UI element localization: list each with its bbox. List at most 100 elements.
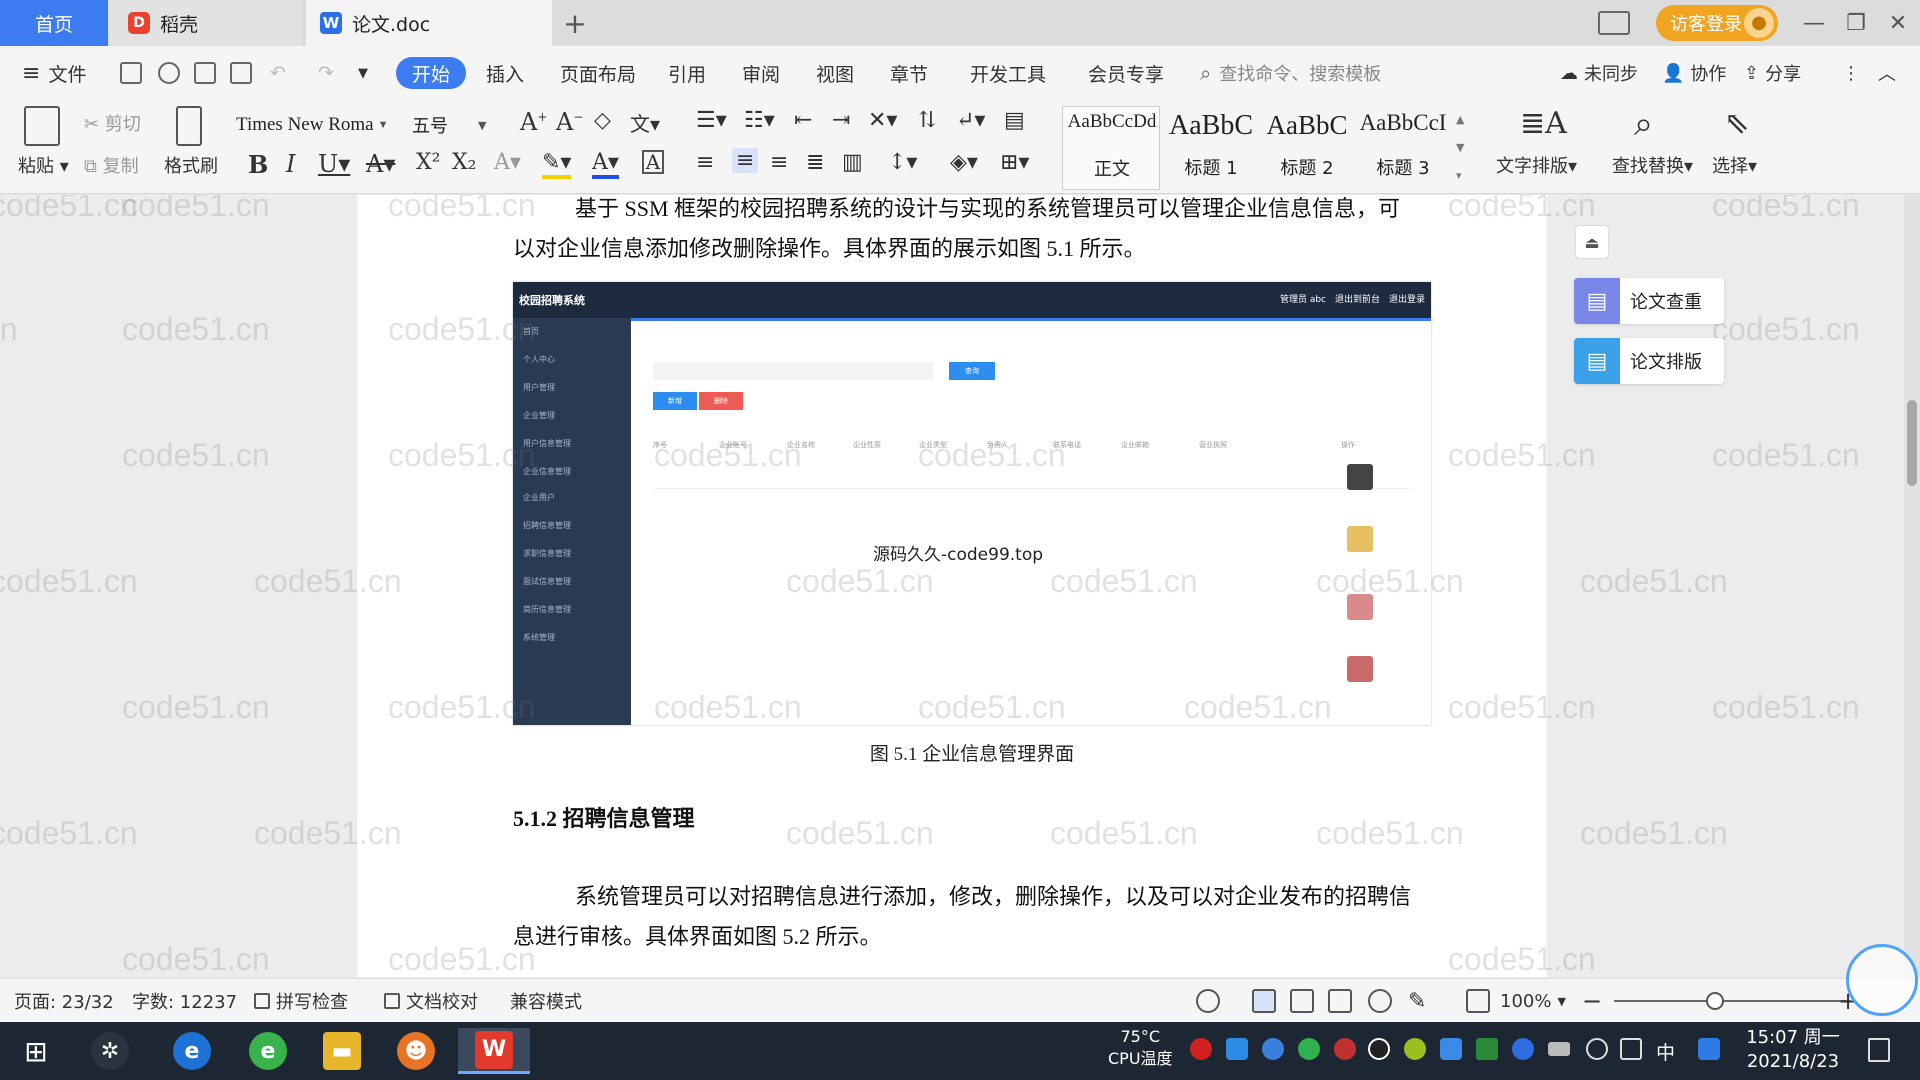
vertical-scrollbar[interactable] [1904, 195, 1920, 977]
taskbar-app-ie[interactable]: e [162, 1028, 222, 1074]
tray-app-icon[interactable] [1226, 1038, 1248, 1060]
print-icon[interactable] [194, 62, 216, 84]
distribute-icon[interactable]: ▥ [842, 150, 863, 175]
zoom-out-button[interactable]: − [1582, 979, 1602, 1023]
menu-view[interactable]: 视图 [816, 46, 854, 100]
style-heading-2[interactable]: AaBbC 标题 2 [1258, 106, 1356, 190]
web-view-icon[interactable] [1368, 989, 1392, 1013]
highlight-icon[interactable]: ✎▾ [542, 150, 572, 179]
menu-chapter[interactable]: 章节 [890, 46, 928, 100]
format-painter-icon[interactable] [176, 106, 202, 146]
font-color-icon[interactable]: A▾ [592, 150, 619, 179]
share-button[interactable]: ⇪ 分享 [1744, 46, 1801, 100]
redo-icon[interactable]: ↷ [318, 46, 334, 100]
sync-status[interactable]: ☁ 未同步 [1560, 46, 1638, 100]
tab-home[interactable]: 首页 [0, 0, 108, 46]
borders-icon[interactable]: ⊞▾ [1000, 150, 1029, 175]
undo-icon[interactable]: ↶ [270, 46, 286, 100]
document-page[interactable]: 基于 SSM 框架的校园招聘系统的设计与实现的系统管理员可以管理企业信息信息，可… [357, 195, 1547, 977]
style-heading-1[interactable]: AaBbC 标题 1 [1162, 106, 1260, 190]
cut-button[interactable]: ✂ 剪切 [84, 110, 141, 136]
char-border-icon[interactable]: A [642, 150, 664, 174]
paper-check-button[interactable]: ▤ 论文查重 [1574, 278, 1724, 324]
font-size-select[interactable]: 五号 ▼ [412, 110, 508, 140]
text-layout-icon[interactable]: ≣A [1520, 106, 1567, 141]
underline-icon[interactable]: U▾ [318, 150, 350, 178]
select-button[interactable]: 选择▾ [1712, 152, 1757, 178]
grow-font-icon[interactable]: A+ [520, 108, 547, 136]
page-indicator[interactable]: 页面: 23/32 [14, 979, 114, 1023]
tray-nvidia-icon[interactable] [1476, 1038, 1498, 1060]
tray-app-icon[interactable] [1298, 1038, 1320, 1060]
sort-icon[interactable]: ⇅ [918, 108, 936, 133]
align-center-icon[interactable]: ≡ [732, 148, 759, 173]
collapse-panel-button[interactable]: ⏏ [1575, 225, 1609, 259]
zoom-slider[interactable] [1614, 1000, 1850, 1002]
spell-check-button[interactable]: 拼写检查 [254, 979, 348, 1023]
text-effect-icon[interactable]: A▾ [494, 150, 521, 175]
table-lines-icon[interactable]: ▤ [1004, 108, 1025, 133]
tab-daoke[interactable]: D 稻壳 [110, 0, 302, 46]
shrink-font-icon[interactable]: A− [556, 108, 583, 136]
numbered-list-icon[interactable]: ☷▾ [744, 108, 775, 133]
tray-app-icon[interactable] [1334, 1038, 1356, 1060]
new-tab-button[interactable]: + [560, 0, 590, 46]
zoom-select[interactable]: 100% ▼ [1500, 979, 1566, 1023]
bullet-list-icon[interactable]: ☰▾ [696, 108, 727, 133]
window-layout-icon[interactable] [1598, 11, 1630, 35]
eye-protection-icon[interactable] [1196, 989, 1220, 1013]
paper-layout-button[interactable]: ▤ 论文排版 [1574, 338, 1724, 384]
bold-icon[interactable]: B [248, 150, 268, 179]
text-layout-button[interactable]: 文字排版▾ [1496, 152, 1577, 178]
windows-start-button[interactable]: ⊞ [6, 1028, 66, 1074]
paste-icon[interactable] [24, 106, 60, 146]
show-hide-marks-icon[interactable]: ↵▾ [956, 108, 985, 133]
more-icon[interactable]: ⋮ [1842, 46, 1860, 100]
phonetic-guide-icon[interactable]: 文▾ [630, 108, 660, 137]
chinese-layout-icon[interactable]: ✕▾ [868, 108, 897, 133]
close-button[interactable]: ✕ [1880, 6, 1916, 40]
paste-button[interactable]: 粘贴 ▾ [18, 152, 69, 178]
tab-document[interactable]: W 论文.doc [306, 0, 552, 46]
pen-icon[interactable]: ✎ [1408, 989, 1432, 1014]
scrollbar-thumb[interactable] [1907, 400, 1917, 486]
shading-icon[interactable]: ◈▾ [950, 150, 978, 175]
file-menu[interactable]: ≡ 文件 [22, 46, 86, 100]
guest-login-button[interactable]: 访客登录 ● [1656, 5, 1778, 41]
reading-view-icon[interactable] [1328, 989, 1352, 1013]
styles-scroll-icon[interactable]: ▲ ▼ ▾ [1456, 106, 1464, 190]
taskbar-app-explorer[interactable]: ▬ [312, 1028, 372, 1074]
outline-view-icon[interactable] [1290, 989, 1314, 1013]
find-replace-button[interactable]: 查找替换▾ [1612, 152, 1693, 178]
copy-button[interactable]: ⧉ 复制 [84, 152, 139, 178]
taskbar-app-game[interactable]: ☻ [386, 1028, 446, 1074]
tray-qq-icon[interactable] [1368, 1038, 1390, 1060]
italic-icon[interactable]: I [286, 150, 295, 178]
clear-format-icon[interactable]: ◇ [594, 108, 611, 133]
taskbar-app-pinwheel[interactable]: ✲ [80, 1028, 140, 1074]
increase-indent-icon[interactable]: ⇥ [832, 108, 850, 133]
menu-page-layout[interactable]: 页面布局 [560, 46, 636, 100]
magnifier-icon[interactable]: ⌕ [1634, 104, 1653, 144]
ime-indicator[interactable]: 中 [1656, 1038, 1675, 1065]
menu-reference[interactable]: 引用 [668, 46, 706, 100]
align-right-icon[interactable]: ≡ [770, 150, 788, 175]
print-preview-icon[interactable] [230, 62, 252, 84]
assistant-float-ball[interactable] [1846, 944, 1918, 1016]
menu-insert[interactable]: 插入 [486, 46, 524, 100]
page-view-icon[interactable] [1252, 989, 1276, 1013]
quick-access-dropdown-icon[interactable]: ▼ [358, 46, 368, 100]
fit-page-icon[interactable] [1466, 989, 1490, 1013]
strikethrough-icon[interactable]: A▾ [366, 150, 395, 178]
menu-start[interactable]: 开始 [396, 57, 467, 89]
cursor-arrow-icon[interactable]: ⇖ [1724, 106, 1749, 141]
tray-app-icon[interactable] [1698, 1038, 1720, 1060]
font-name-select[interactable]: Times New Roma ▼ [236, 110, 406, 140]
word-count[interactable]: 字数: 12237 [132, 979, 237, 1023]
taskbar-app-browser[interactable]: e [238, 1028, 298, 1074]
tray-app-icon[interactable] [1404, 1038, 1426, 1060]
tray-app-icon[interactable] [1190, 1038, 1212, 1060]
notification-center-icon[interactable] [1868, 1038, 1890, 1062]
battery-icon[interactable] [1548, 1042, 1570, 1056]
style-normal[interactable]: AaBbCcDd 正文 [1062, 106, 1160, 190]
